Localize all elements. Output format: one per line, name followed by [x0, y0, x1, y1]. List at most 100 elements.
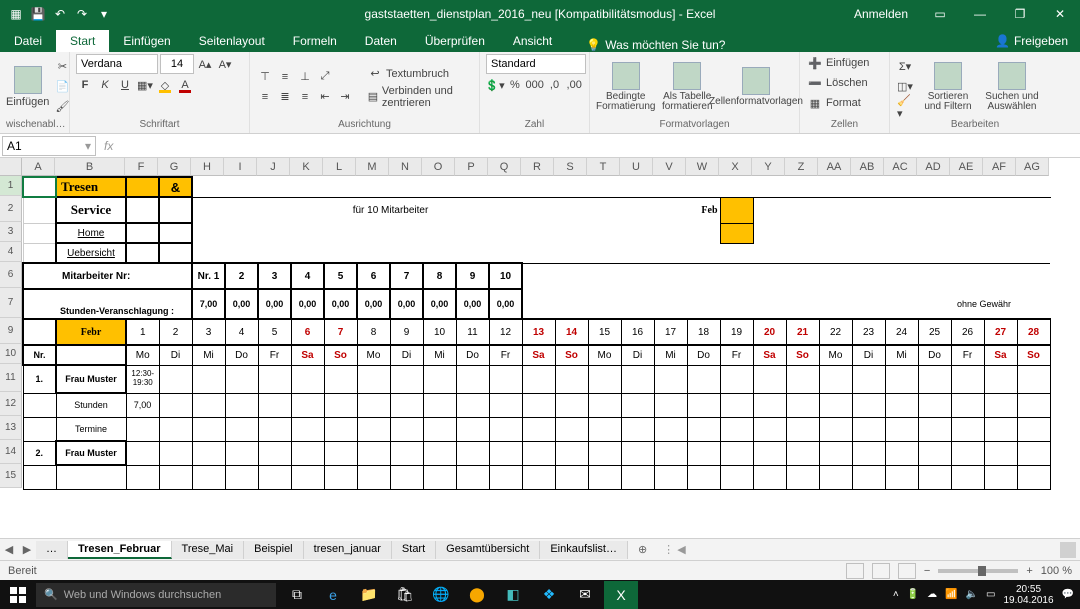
cell[interactable]: [786, 223, 819, 243]
cell[interactable]: [786, 243, 819, 263]
cell[interactable]: für 10 Mitarbeiter: [192, 197, 588, 223]
cell[interactable]: [819, 441, 852, 465]
cell[interactable]: [456, 177, 489, 197]
cell[interactable]: [159, 365, 192, 393]
col-header[interactable]: AB: [851, 158, 884, 176]
col-header[interactable]: F: [125, 158, 158, 176]
border-icon[interactable]: ▦▾: [136, 76, 154, 94]
cell[interactable]: 2: [225, 263, 258, 289]
cell[interactable]: &: [159, 177, 192, 197]
cell[interactable]: Home: [56, 223, 126, 243]
cell[interactable]: [720, 177, 753, 197]
cell[interactable]: [951, 197, 984, 223]
cell[interactable]: [489, 465, 522, 489]
col-header[interactable]: N: [389, 158, 422, 176]
tray-battery-icon[interactable]: 🔋: [907, 589, 919, 600]
cell[interactable]: [357, 365, 390, 393]
cell[interactable]: [192, 417, 225, 441]
zoom-slider[interactable]: [938, 569, 1018, 573]
cell[interactable]: [786, 197, 819, 223]
cell[interactable]: [984, 393, 1017, 417]
cell[interactable]: [588, 393, 621, 417]
italic-button[interactable]: K: [96, 76, 114, 94]
cell[interactable]: [159, 223, 192, 243]
cell[interactable]: [489, 417, 522, 441]
currency-icon[interactable]: 💲▾: [486, 76, 504, 94]
cell[interactable]: [159, 441, 192, 465]
indent-increase-icon[interactable]: ⇥: [336, 88, 354, 106]
cell[interactable]: [852, 465, 885, 489]
taskbar-edge-icon[interactable]: e: [316, 581, 350, 609]
cell[interactable]: 3: [192, 319, 225, 345]
cell[interactable]: [1017, 417, 1050, 441]
cell[interactable]: [951, 177, 984, 197]
cell[interactable]: [522, 177, 555, 197]
cell[interactable]: [126, 197, 159, 223]
tab-insert[interactable]: Einfügen: [109, 30, 184, 52]
cell[interactable]: [555, 365, 588, 393]
cell[interactable]: [621, 243, 654, 263]
cell[interactable]: [951, 417, 984, 441]
cell[interactable]: [192, 365, 225, 393]
cell[interactable]: [324, 441, 357, 465]
formula-input[interactable]: [121, 136, 1080, 156]
cell[interactable]: [159, 197, 192, 223]
cell[interactable]: 16: [621, 319, 654, 345]
cell[interactable]: [852, 365, 885, 393]
cell[interactable]: [984, 197, 1017, 223]
cell[interactable]: [753, 177, 786, 197]
cell[interactable]: Febr: [56, 319, 126, 345]
cell[interactable]: 2.: [23, 441, 56, 465]
thousands-icon[interactable]: 000: [526, 76, 544, 94]
cell[interactable]: [1017, 223, 1050, 243]
cell[interactable]: Di: [621, 345, 654, 365]
cell[interactable]: [654, 365, 687, 393]
cell[interactable]: 8: [357, 319, 390, 345]
cell[interactable]: Nr.: [23, 345, 56, 365]
cell[interactable]: 10: [423, 319, 456, 345]
row-header[interactable]: 14: [0, 440, 22, 464]
row-header[interactable]: 9: [0, 318, 22, 344]
cell[interactable]: [753, 441, 786, 465]
row-header[interactable]: 15: [0, 464, 22, 488]
row-header[interactable]: 3: [0, 222, 22, 242]
cell[interactable]: [786, 263, 819, 289]
row-header[interactable]: 2: [0, 196, 22, 222]
indent-decrease-icon[interactable]: ⇤: [316, 88, 334, 106]
cell[interactable]: [126, 417, 159, 441]
cell[interactable]: Mo: [357, 345, 390, 365]
zoom-level[interactable]: 100 %: [1041, 565, 1072, 577]
cell[interactable]: 0,00: [225, 289, 258, 319]
cell[interactable]: [23, 319, 56, 345]
col-header[interactable]: H: [191, 158, 224, 176]
cell[interactable]: 5: [258, 319, 291, 345]
cell[interactable]: [984, 417, 1017, 441]
col-header[interactable]: J: [257, 158, 290, 176]
row-header[interactable]: 11: [0, 364, 22, 392]
cell[interactable]: [753, 417, 786, 441]
tray-clock[interactable]: 20:55 19.04.2016: [1003, 584, 1053, 606]
close-button[interactable]: ✕: [1040, 0, 1080, 28]
taskbar-app-icon[interactable]: ◧: [496, 581, 530, 609]
cell[interactable]: [258, 243, 291, 263]
cell[interactable]: Service: [56, 197, 126, 223]
cell[interactable]: Mi: [654, 345, 687, 365]
taskbar-excel-icon[interactable]: X: [604, 581, 638, 609]
cell[interactable]: [588, 263, 621, 289]
cell[interactable]: [687, 465, 720, 489]
cell[interactable]: [23, 289, 56, 319]
cell[interactable]: [258, 365, 291, 393]
cell[interactable]: [192, 393, 225, 417]
zoom-out-icon[interactable]: −: [924, 565, 930, 577]
cell[interactable]: 28: [1017, 319, 1050, 345]
cell[interactable]: [786, 417, 819, 441]
cell[interactable]: 20: [753, 319, 786, 345]
autosum-icon[interactable]: Σ▾: [896, 58, 914, 76]
cell[interactable]: [918, 197, 951, 223]
cell[interactable]: [23, 177, 56, 197]
tray-show-hidden-icon[interactable]: ˄: [893, 589, 899, 600]
cell[interactable]: [819, 365, 852, 393]
cell[interactable]: [687, 393, 720, 417]
wrap-text-button[interactable]: ↩ Textumbruch: [366, 65, 449, 83]
cell[interactable]: [258, 465, 291, 489]
